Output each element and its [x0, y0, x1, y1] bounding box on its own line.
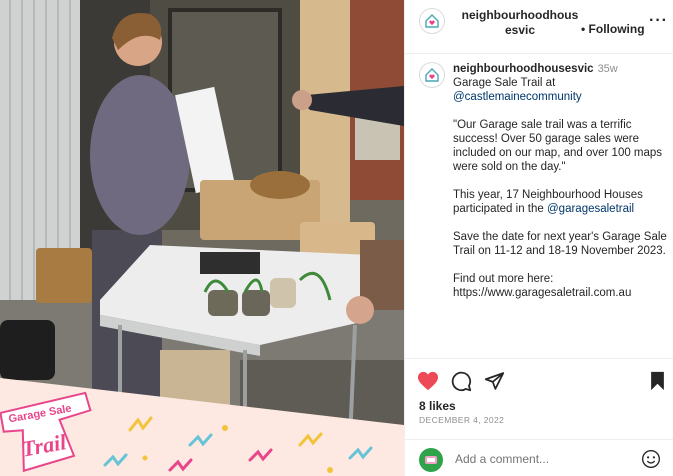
- post-photo[interactable]: Garage Sale Trail: [0, 0, 404, 476]
- likes-count[interactable]: 8 likes: [419, 399, 456, 413]
- house-heart-icon: [425, 14, 439, 28]
- caption-username[interactable]: neighbourhoodhousesvic: [453, 63, 594, 75]
- caption-body: neighbourhoodhousesvic 35w Garage Sale Tr…: [453, 62, 673, 314]
- mention-garagesaletrail[interactable]: @garagesaletrail: [547, 203, 634, 215]
- header-username[interactable]: neighbourhoodhous esvic: [455, 8, 585, 38]
- house-heart-icon: [425, 68, 439, 82]
- emoji-icon[interactable]: [641, 449, 661, 469]
- caption-line1: Garage Sale Trail at: [453, 77, 556, 89]
- caption-avatar[interactable]: [419, 62, 445, 88]
- caption-para3: Save the date for next year's Garage Sal…: [453, 231, 667, 257]
- more-icon[interactable]: ···: [649, 12, 668, 30]
- bookmark-icon[interactable]: [649, 371, 666, 391]
- comment-bar: [405, 439, 673, 476]
- mention-castlemaine[interactable]: @castlemainecommunity: [453, 91, 582, 103]
- comment-input[interactable]: [455, 452, 635, 466]
- post-date: DECEMBER 4, 2022: [419, 415, 505, 425]
- user-avatar: [419, 448, 443, 472]
- profile-avatar[interactable]: [419, 8, 445, 34]
- share-icon[interactable]: [484, 371, 505, 391]
- caption-para4: Find out more here:: [453, 273, 554, 285]
- user-avatar-graphic: [425, 456, 437, 464]
- post-actions: 8 likes DECEMBER 4, 2022: [405, 358, 673, 476]
- post-time[interactable]: 35w: [598, 63, 618, 75]
- caption-para1: "Our Garage sale trail was a terrific su…: [453, 119, 663, 173]
- comment-icon[interactable]: [451, 371, 472, 392]
- post-side-panel: neighbourhoodhous esvic • Following ··· …: [404, 0, 673, 476]
- caption-link: https://www.garagesaletrail.com.au: [453, 287, 632, 299]
- heart-icon[interactable]: [417, 371, 439, 391]
- following-button[interactable]: • Following: [581, 22, 645, 36]
- photo-scene: Garage Sale Trail: [0, 0, 404, 476]
- post-header: neighbourhoodhous esvic • Following ···: [405, 0, 673, 54]
